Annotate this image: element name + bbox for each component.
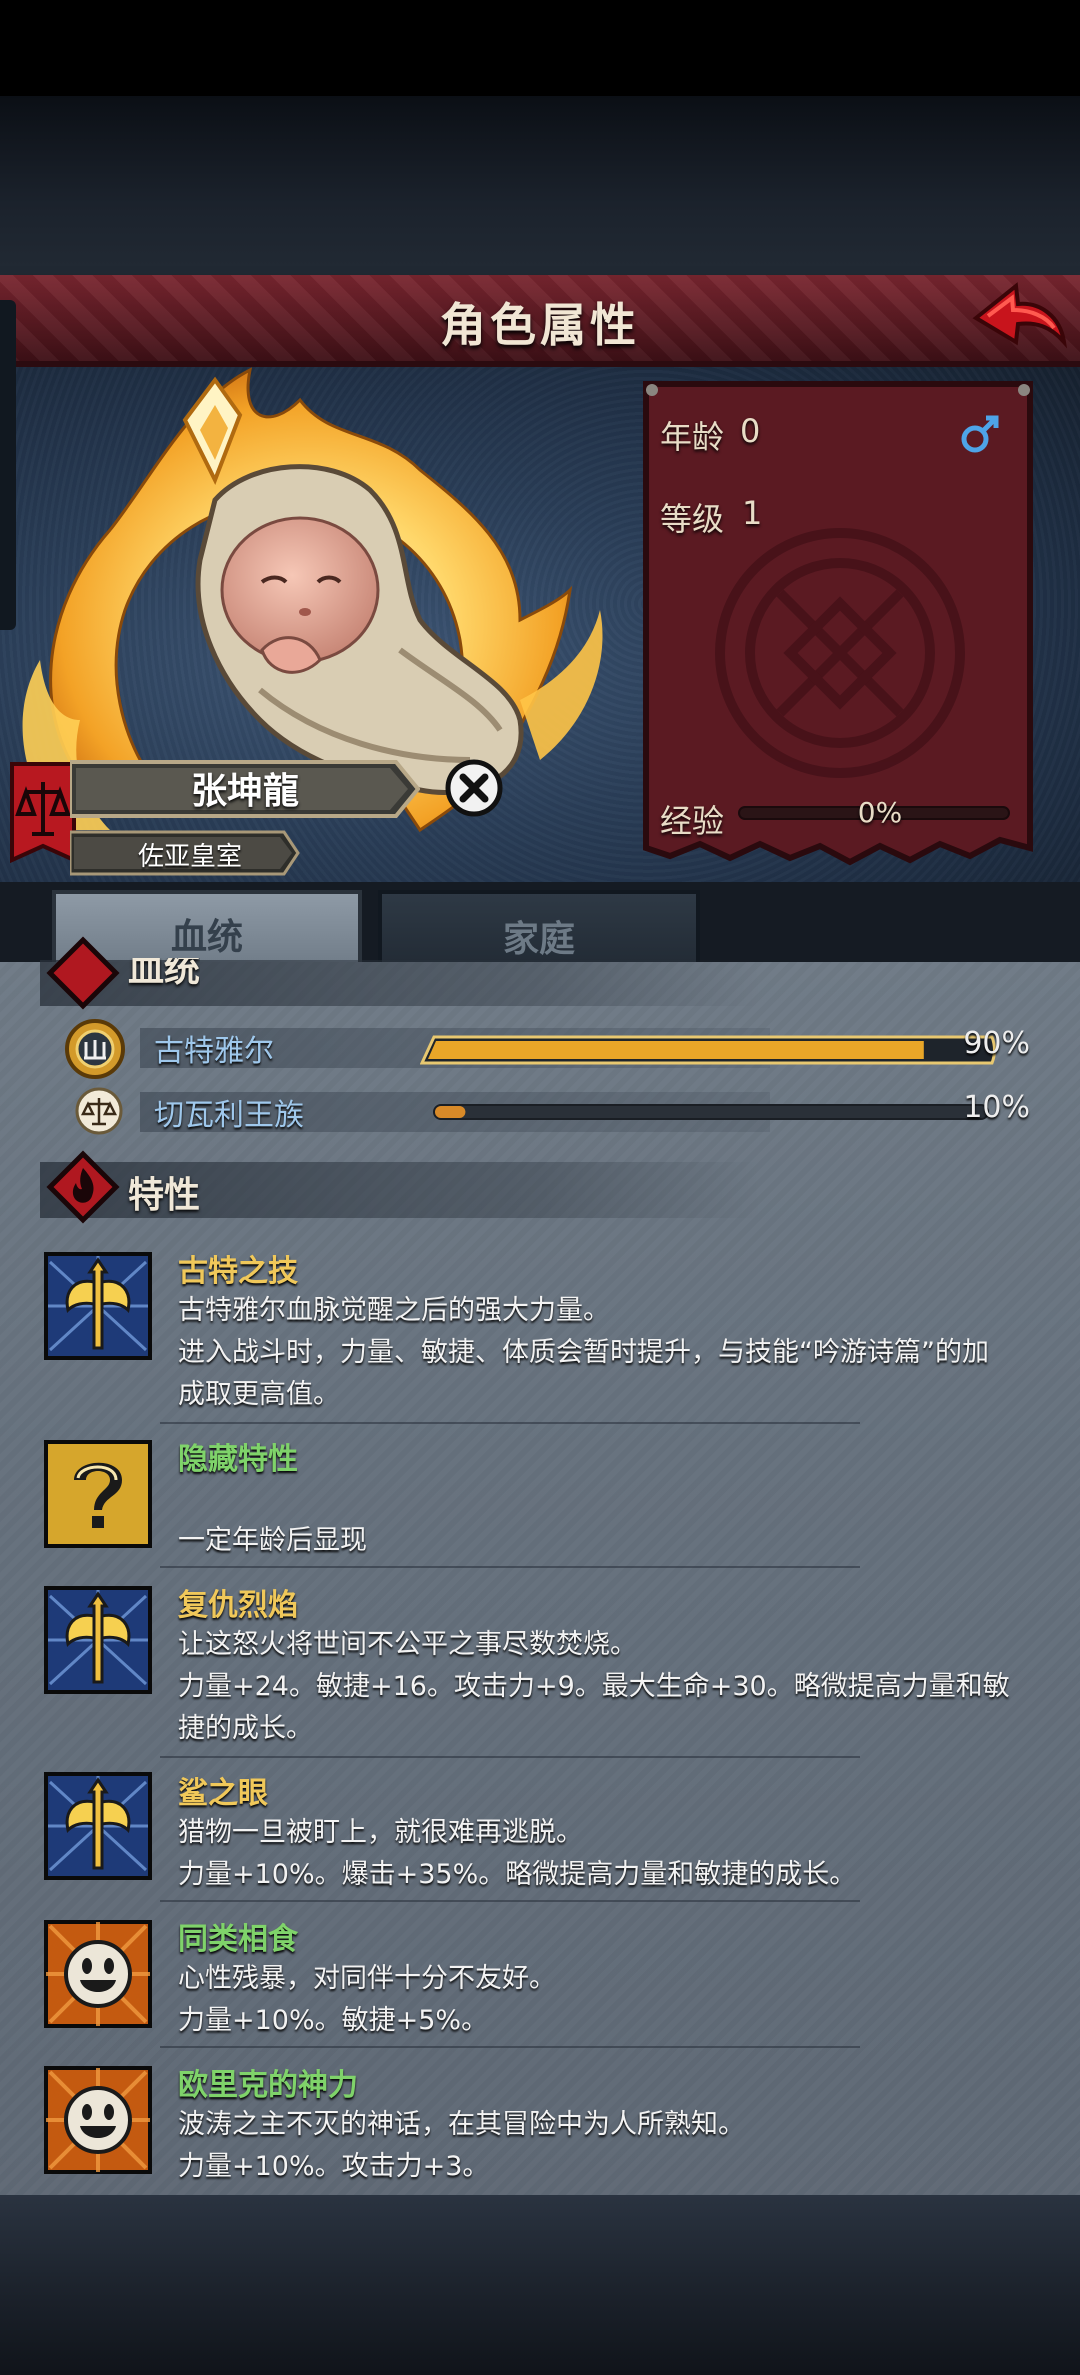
exp-label: 经验 bbox=[660, 802, 725, 840]
bloodline-percent: 10% bbox=[963, 1090, 1030, 1125]
trait-description: 波涛之主不灭的神话，在其冒险中为人所熟知。 bbox=[178, 2109, 745, 2140]
bloodline-row: 切瓦利王族 10% bbox=[60, 1087, 1040, 1138]
house-banner-icon bbox=[10, 762, 76, 864]
axe-trait-icon bbox=[44, 1252, 152, 1360]
trait-title: 复仇烈焰 bbox=[178, 1588, 298, 1623]
trait-title: 欧里克的神力 bbox=[178, 2068, 358, 2103]
exp-value: 0% bbox=[857, 796, 903, 829]
trait-description: 力量+10%。敏捷+5%。 bbox=[178, 2005, 489, 2036]
bloodline-name: 古特雅尔 bbox=[154, 1034, 274, 1069]
divider bbox=[160, 1900, 860, 1902]
trait-description: 一定年龄后显现 bbox=[178, 1525, 367, 1556]
trait-description: 进入战斗时，力量、敏捷、体质会暂时提升，与技能“吟游诗篇”的加 bbox=[178, 1337, 989, 1368]
smiley-trait-icon bbox=[44, 2066, 152, 2174]
bloodline-row: 古特雅尔 90% bbox=[60, 1019, 1040, 1079]
trait-description: 古特雅尔血脉觉醒之后的强大力量。 bbox=[178, 1295, 610, 1326]
character-name: 张坤龍 bbox=[190, 771, 299, 812]
divider bbox=[160, 2046, 860, 2048]
bloodline-bar bbox=[420, 1035, 996, 1065]
trait-item[interactable]: 同类相食 心性残暴，对同伴十分不友好。 力量+10%。敏捷+5%。 bbox=[40, 1914, 1040, 2044]
trait-description: 心性残暴，对同伴十分不友好。 bbox=[178, 1963, 556, 1994]
bloodline-section-title: 血统 bbox=[128, 958, 201, 990]
divider bbox=[160, 1566, 860, 1568]
trait-item[interactable]: 欧里克的神力 波涛之主不灭的神话，在其冒险中为人所熟知。 力量+10%。攻击力+… bbox=[40, 2060, 1040, 2190]
background-bottom bbox=[0, 2195, 1080, 2375]
page-title: 角色属性 bbox=[440, 298, 640, 352]
trait-title: 古特之技 bbox=[178, 1254, 298, 1289]
trait-description: 捷的成长。 bbox=[178, 1713, 313, 1744]
close-icon[interactable] bbox=[444, 758, 504, 818]
age-label: 年龄 bbox=[660, 418, 725, 456]
header-bar: 角色属性 bbox=[0, 275, 1080, 367]
question-trait-icon bbox=[44, 1440, 152, 1548]
age-value: 0 bbox=[740, 412, 761, 450]
trait-description: 让这怒火将世间不公平之事尽数焚烧。 bbox=[178, 1629, 637, 1660]
background-top bbox=[0, 96, 1080, 276]
status-bar bbox=[0, 0, 1080, 96]
trait-item[interactable]: 鲨之眼 猎物一旦被盯上，就很难再逃脱。 力量+10%。爆击+35%。略微提高力量… bbox=[40, 1768, 1040, 1898]
bloodline-percent: 90% bbox=[963, 1026, 1030, 1061]
trait-item[interactable]: 复仇烈焰 让这怒火将世间不公平之事尽数焚烧。 力量+24。敏捷+16。攻击力+9… bbox=[40, 1580, 1040, 1750]
trait-description: 猎物一旦被盯上，就很难再逃脱。 bbox=[178, 1817, 583, 1848]
flame-section-icon bbox=[46, 1150, 120, 1224]
bloodline-section-icon bbox=[46, 936, 120, 1010]
gutyar-crest-icon bbox=[65, 1019, 125, 1079]
trait-description: 力量+10%。攻击力+3。 bbox=[178, 2151, 490, 2182]
bloodline-bar bbox=[433, 1104, 989, 1120]
trait-title: 隐藏特性 bbox=[178, 1442, 298, 1477]
trait-item[interactable]: 隐藏特性 一定年龄后显现 bbox=[40, 1434, 1040, 1564]
divider bbox=[160, 1756, 860, 1758]
trait-title: 鲨之眼 bbox=[178, 1776, 268, 1811]
house-name: 佐亚皇室 bbox=[137, 842, 242, 872]
smiley-trait-icon bbox=[44, 1920, 152, 2028]
tab-family[interactable]: 家庭 bbox=[378, 890, 700, 966]
trait-title: 同类相食 bbox=[178, 1922, 298, 1957]
male-icon bbox=[961, 415, 999, 453]
axe-trait-icon bbox=[44, 1586, 152, 1694]
level-label: 等级 bbox=[660, 500, 725, 538]
trait-description: 力量+24。敏捷+16。攻击力+9。最大生命+30。略微提高力量和敏 bbox=[178, 1671, 1010, 1702]
trait-description: 力量+10%。爆击+35%。略微提高力量和敏捷的成长。 bbox=[178, 1859, 857, 1890]
traits-section-title: 特性 bbox=[128, 1175, 201, 1216]
bloodline-name: 切瓦利王族 bbox=[154, 1098, 304, 1133]
axe-trait-icon bbox=[44, 1772, 152, 1880]
divider bbox=[160, 1422, 860, 1424]
level-value: 1 bbox=[742, 494, 763, 532]
trait-item[interactable]: 古特之技 古特雅尔血脉觉醒之后的强大力量。 进入战斗时，力量、敏捷、体质会暂时提… bbox=[40, 1246, 1040, 1416]
back-arrow-icon[interactable] bbox=[968, 280, 1068, 360]
trait-description: 成取更高值。 bbox=[178, 1379, 340, 1410]
scales-crest-icon bbox=[75, 1087, 123, 1135]
